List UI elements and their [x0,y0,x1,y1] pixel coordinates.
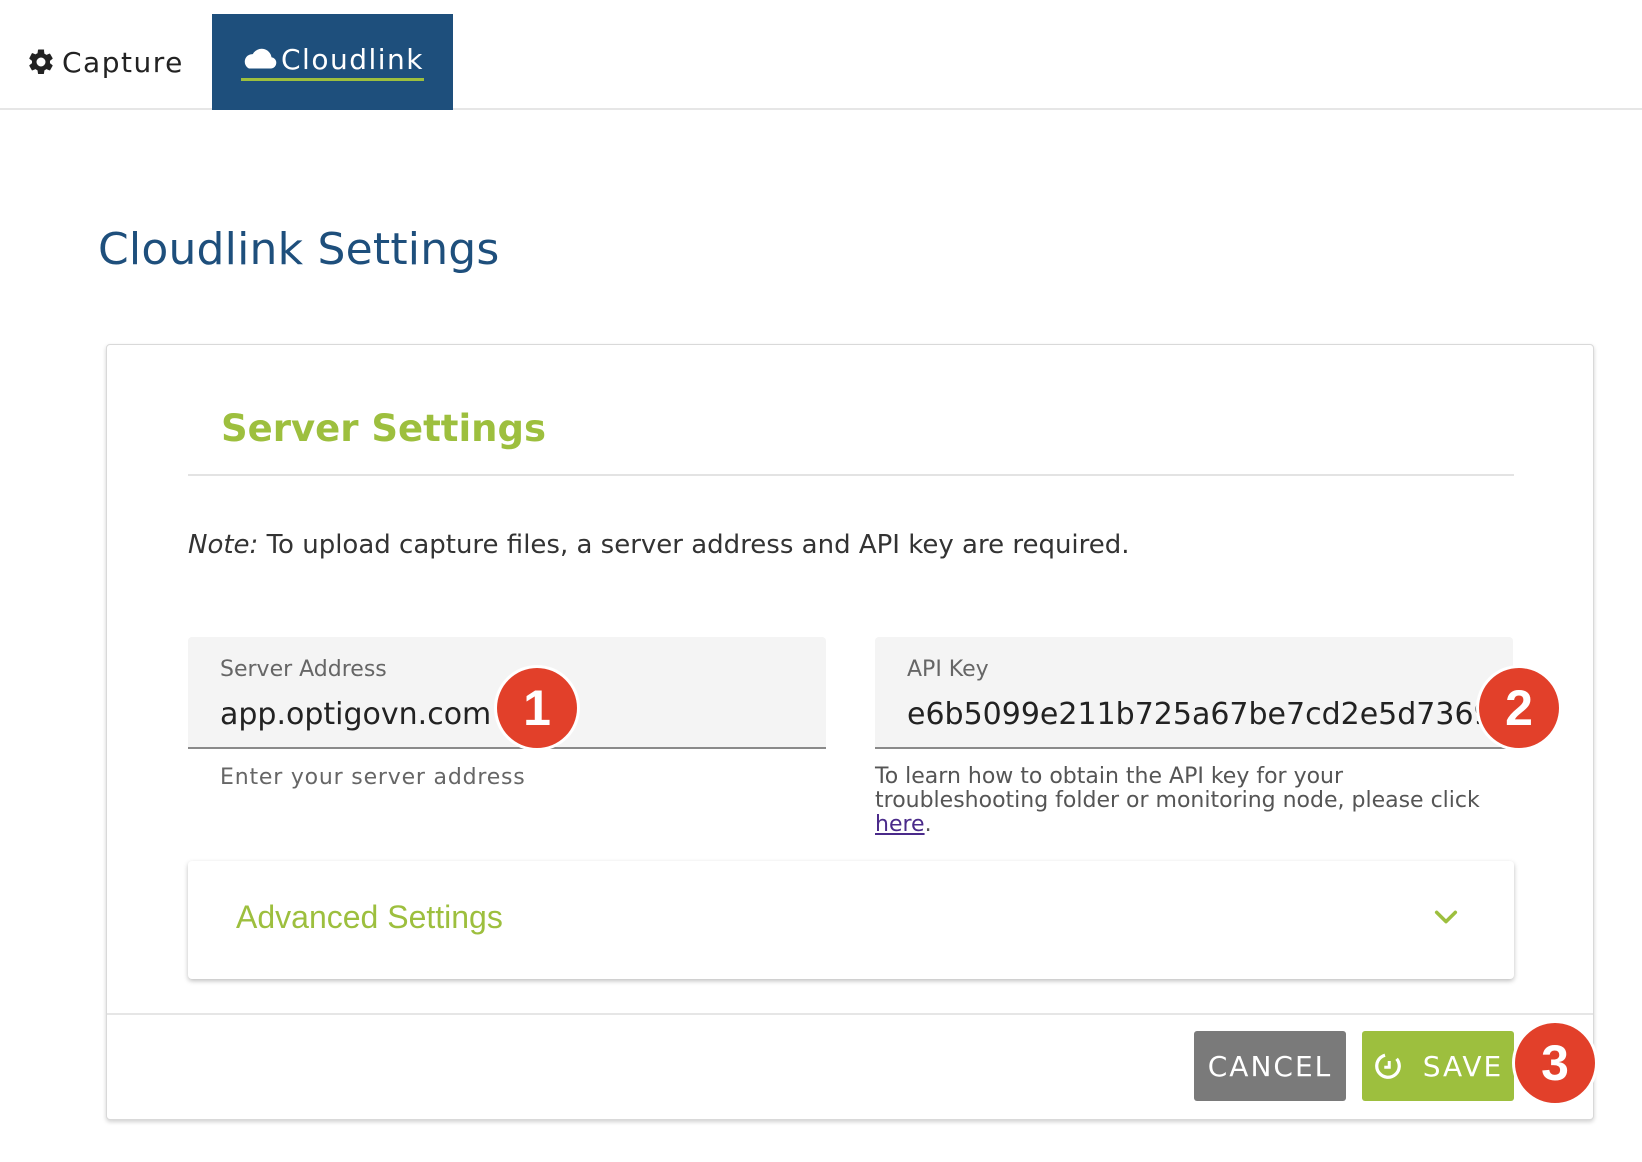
note-prefix: Note: [188,530,259,560]
tab-cloudlink-label-wrap: Cloudlink [241,43,424,81]
section-title: Server Settings [221,407,546,450]
save-button[interactable]: SAVE [1362,1031,1514,1101]
refresh-icon [1374,1053,1401,1079]
tab-cloudlink-label: Cloudlink [281,43,424,76]
tab-cloudlink[interactable]: Cloudlink [212,14,453,110]
api-key-field[interactable]: API Key [875,637,1513,749]
cancel-button[interactable]: CANCEL [1194,1031,1346,1101]
advanced-settings-label: Advanced Settings [236,899,503,935]
api-key-helper-text: To learn how to obtain the API key for y… [875,764,1480,813]
api-key-input[interactable] [907,697,1507,732]
page-title: Cloudlink Settings [98,224,500,275]
gear-icon [29,49,53,74]
tab-capture[interactable]: Capture [26,14,206,110]
cloud-icon [244,48,277,69]
api-key-help-link[interactable]: here [875,812,925,837]
annotation-badge-3: 3 [1515,1023,1595,1103]
note-text: Note: To upload capture files, a server … [188,530,1130,560]
annotation-badge-1: 1 [497,668,577,748]
footer-divider [107,1013,1593,1015]
annotation-badge-2: 2 [1479,668,1559,748]
top-nav: Capture Cloudlink [0,0,1642,110]
api-key-label: API Key [907,657,989,682]
api-key-helper: To learn how to obtain the API key for y… [875,765,1515,837]
server-address-label: Server Address [220,657,387,682]
chevron-down-icon[interactable] [1432,903,1460,931]
cancel-button-label: CANCEL [1207,1049,1333,1083]
server-address-helper: Enter your server address [220,765,526,790]
save-button-label: SAVE [1422,1049,1504,1083]
api-key-helper-end: . [924,812,932,837]
section-divider [188,474,1514,476]
advanced-settings-panel[interactable]: Advanced Settings [188,861,1514,979]
tab-capture-label: Capture [62,45,184,79]
server-settings-card: Server Settings Note: To upload capture … [106,344,1595,1120]
note-body: To upload capture files, a server addres… [258,530,1130,560]
